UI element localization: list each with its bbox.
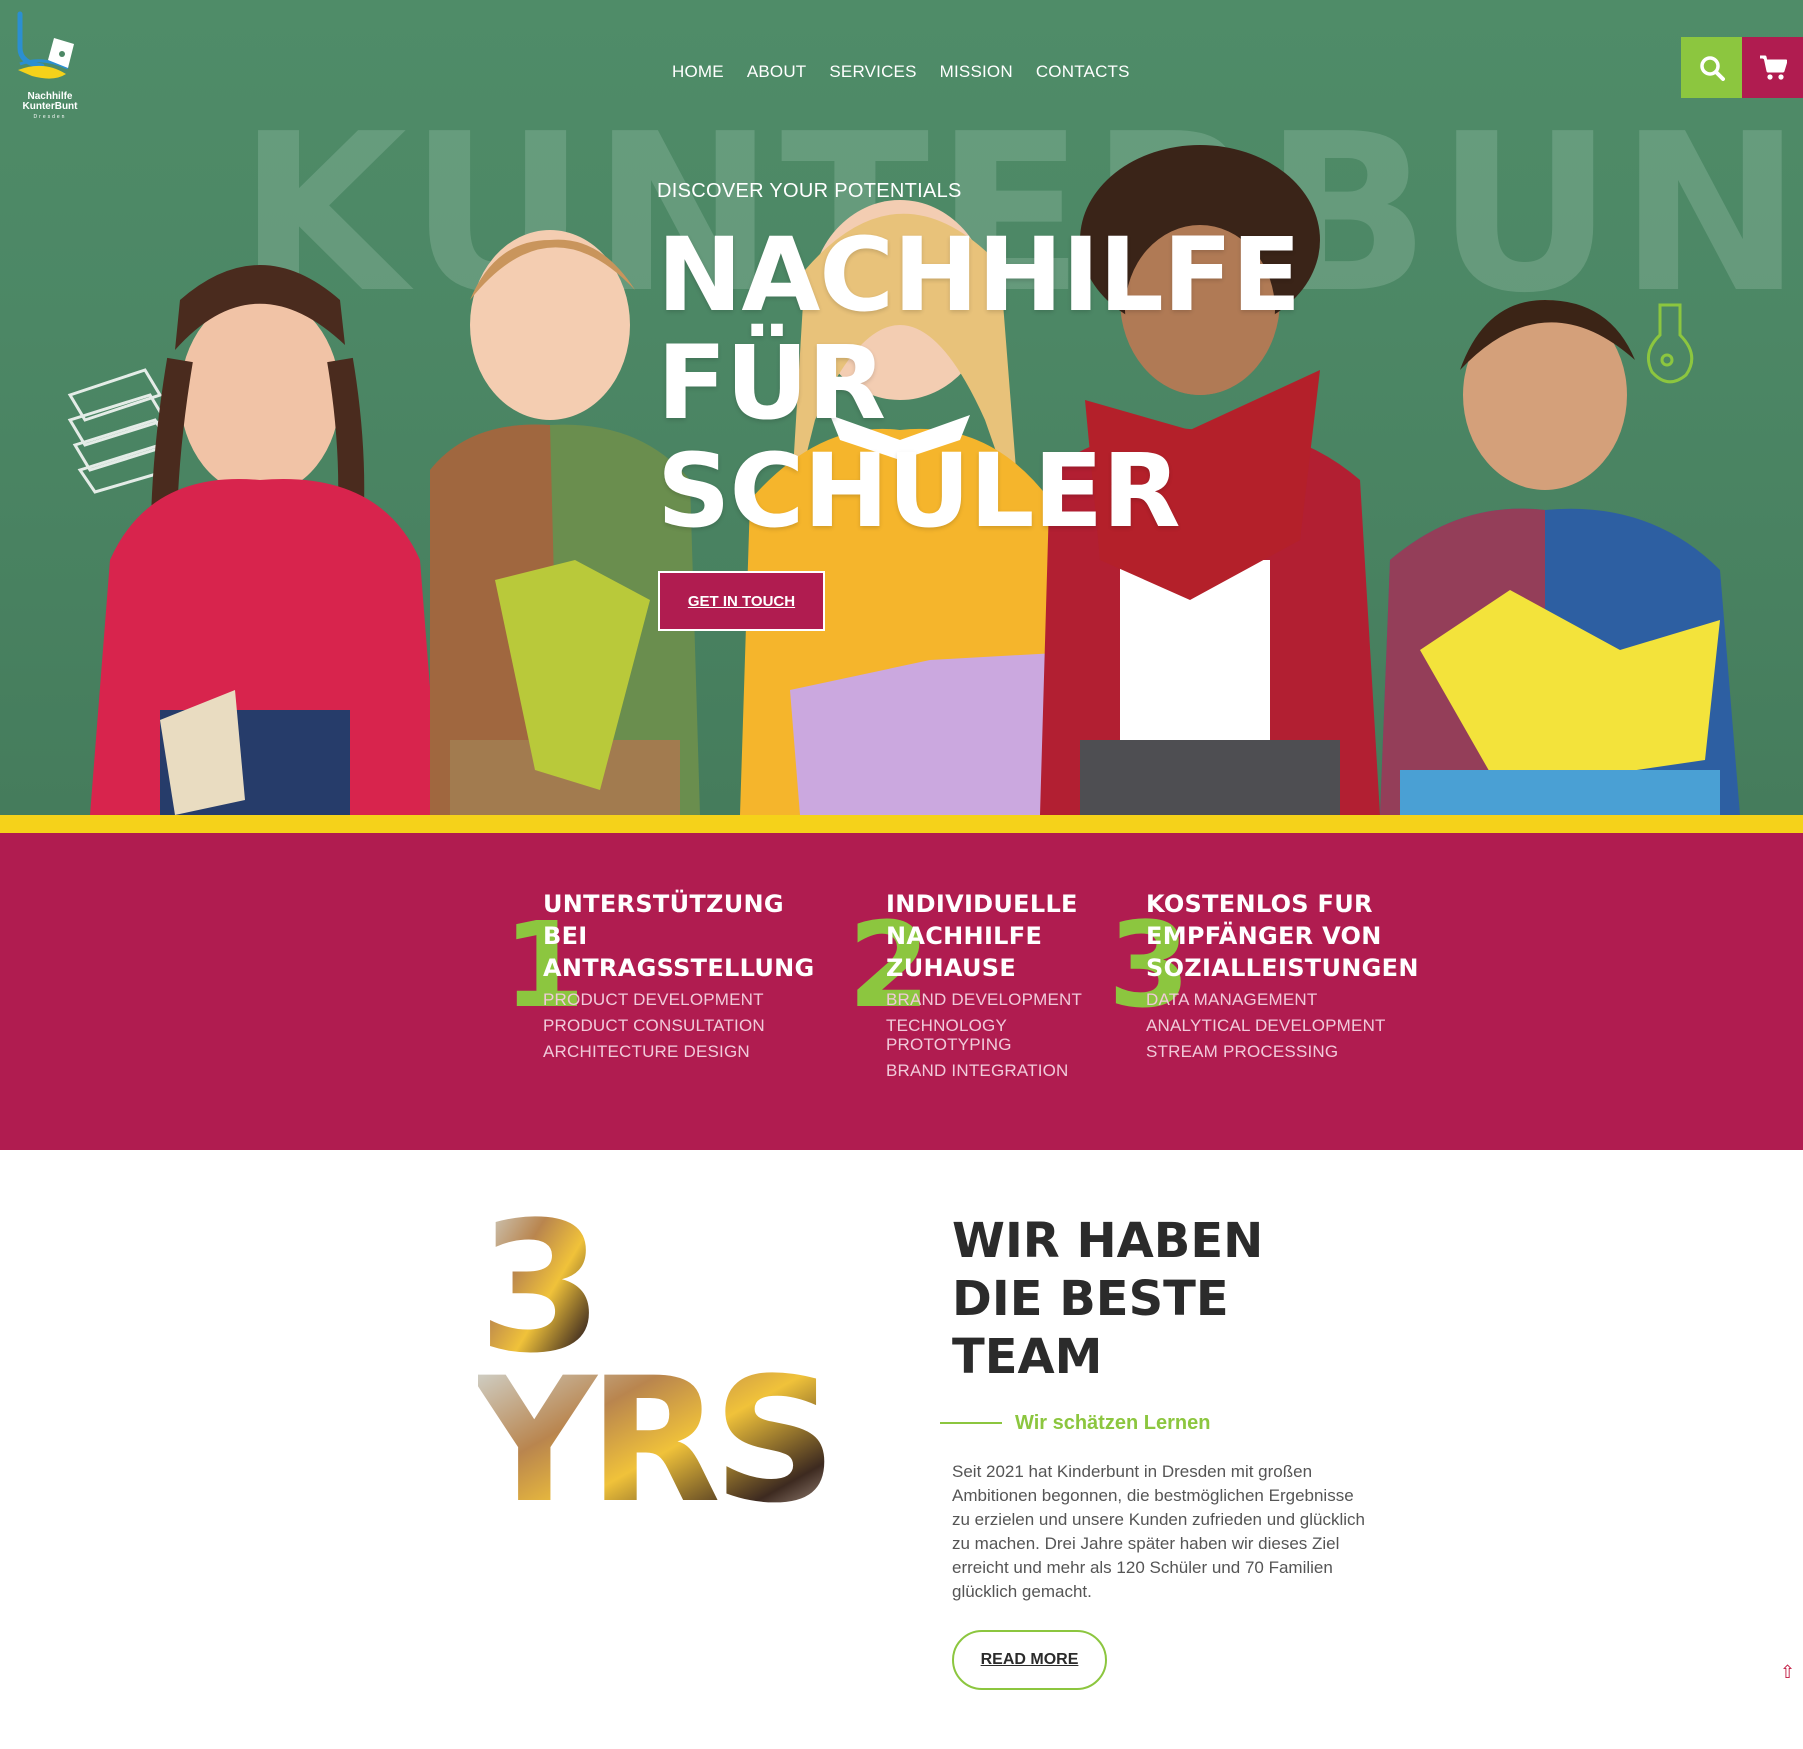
- nav-mission[interactable]: MISSION: [940, 62, 1013, 82]
- feature-1-item: ARCHITECTURE DESIGN: [543, 1042, 750, 1061]
- about-title-line-1: WIR HABEN: [952, 1213, 1264, 1269]
- tagline-divider: [940, 1422, 1002, 1424]
- feature-3-list: DATA MANAGEMENT ANALYTICAL DEVELOPMENT S…: [1146, 990, 1419, 1061]
- hero-title-line-1: NACHHILFE: [657, 216, 1301, 335]
- feature-3: 3 KOSTENLOS FUR EMPFÄNGER VON SOZIALLEIS…: [1108, 888, 1418, 1068]
- main-navigation: HOME ABOUT SERVICES MISSION CONTACTS: [672, 62, 1130, 82]
- arrow-up-icon[interactable]: ⇧: [1780, 1662, 1795, 1683]
- hero-section: KUNTERBUNT Nachhilfe KunterBunt Dresden …: [0, 0, 1803, 815]
- feature-2-title-line: ZUHAUSE: [886, 954, 1017, 982]
- cart-button[interactable]: [1742, 37, 1803, 98]
- feature-3-item: STREAM PROCESSING: [1146, 1042, 1339, 1061]
- search-button[interactable]: [1681, 37, 1742, 98]
- feature-1-title-line: BEI: [543, 922, 588, 950]
- logo-line-2: KunterBunt: [22, 101, 78, 112]
- about-title-line-2: DIE BESTE: [952, 1271, 1229, 1327]
- feature-3-title-line: EMPFÄNGER VON: [1146, 922, 1382, 950]
- about-text: Seit 2021 hat Kinderbunt in Dresden mit …: [952, 1462, 1365, 1601]
- nav-services[interactable]: SERVICES: [829, 62, 916, 82]
- nav-about[interactable]: ABOUT: [747, 62, 807, 82]
- feature-2-item: BRAND DEVELOPMENT: [886, 990, 1083, 1009]
- logo-text: Nachhilfe KunterBunt Dresden: [14, 92, 86, 122]
- features-section: 1 UNTERSTÜTZUNG BEI ANTRAGSSTELLUNG PROD…: [0, 833, 1803, 1150]
- about-tagline: Wir schätzen Lernen: [1015, 1412, 1211, 1434]
- cart-icon: [1759, 55, 1787, 80]
- hero-title-line-2: FÜR: [657, 324, 886, 443]
- logo-icon: [17, 11, 74, 79]
- years-word: YRS: [478, 1340, 829, 1510]
- feature-1-title-line: ANTRAGSSTELLUNG: [543, 954, 815, 982]
- years-graphic: 3 YRS: [478, 1210, 837, 1510]
- nav-contacts[interactable]: CONTACTS: [1036, 62, 1130, 82]
- about-title: WIR HABEN DIE BESTE TEAM: [952, 1212, 1372, 1386]
- feature-1-title: UNTERSTÜTZUNG BEI ANTRAGSSTELLUNG: [543, 888, 815, 984]
- feature-3-title-line: SOZIALLEISTUNGEN: [1146, 954, 1419, 982]
- hero-subtitle: DISCOVER YOUR POTENTIALS: [657, 180, 962, 202]
- feature-3-title-line: KOSTENLOS FUR: [1146, 890, 1373, 918]
- feature-1-list: PRODUCT DEVELOPMENT PRODUCT CONSULTATION…: [543, 990, 815, 1061]
- nav-home[interactable]: HOME: [672, 62, 724, 82]
- about-title-line-3: TEAM: [952, 1329, 1103, 1385]
- feature-3-item: DATA MANAGEMENT: [1146, 990, 1318, 1009]
- get-in-touch-button[interactable]: GET IN TOUCH: [658, 571, 825, 631]
- feature-3-item: ANALYTICAL DEVELOPMENT: [1146, 1016, 1386, 1035]
- feature-1-item: PRODUCT CONSULTATION: [543, 1016, 765, 1035]
- read-more-button[interactable]: READ MORE: [952, 1630, 1107, 1690]
- feature-2-item: TECHNOLOGY PROTOTYPING: [886, 1016, 1012, 1054]
- feature-2-title-line: NACHHILFE: [886, 922, 1043, 950]
- site-logo[interactable]: Nachhilfe KunterBunt Dresden: [14, 8, 86, 120]
- logo-line-3: Dresden: [33, 114, 67, 120]
- feature-3-title: KOSTENLOS FUR EMPFÄNGER VON SOZIALLEISTU…: [1146, 888, 1419, 984]
- feature-2: 2 INDIVIDUELLE NACHHILFE ZUHAUSE BRAND D…: [848, 888, 1082, 1087]
- feature-2-title: INDIVIDUELLE NACHHILFE ZUHAUSE: [886, 888, 1086, 984]
- feature-1: 1 UNTERSTÜTZUNG BEI ANTRAGSSTELLUNG PROD…: [503, 888, 814, 1068]
- hero-title-line-3: SCHULER: [657, 432, 1181, 551]
- feature-2-title-line: INDIVIDUELLE: [886, 890, 1078, 918]
- feature-1-item: PRODUCT DEVELOPMENT: [543, 990, 764, 1009]
- yellow-divider: [0, 815, 1803, 833]
- feature-2-list: BRAND DEVELOPMENT TECHNOLOGY PROTOTYPING…: [886, 990, 1086, 1080]
- hero-title: NACHHILFE FÜR SCHULER: [657, 222, 1417, 546]
- feature-1-title-line: UNTERSTÜTZUNG: [543, 890, 784, 918]
- search-icon: [1699, 55, 1725, 81]
- feature-2-item: BRAND INTEGRATION: [886, 1061, 1069, 1080]
